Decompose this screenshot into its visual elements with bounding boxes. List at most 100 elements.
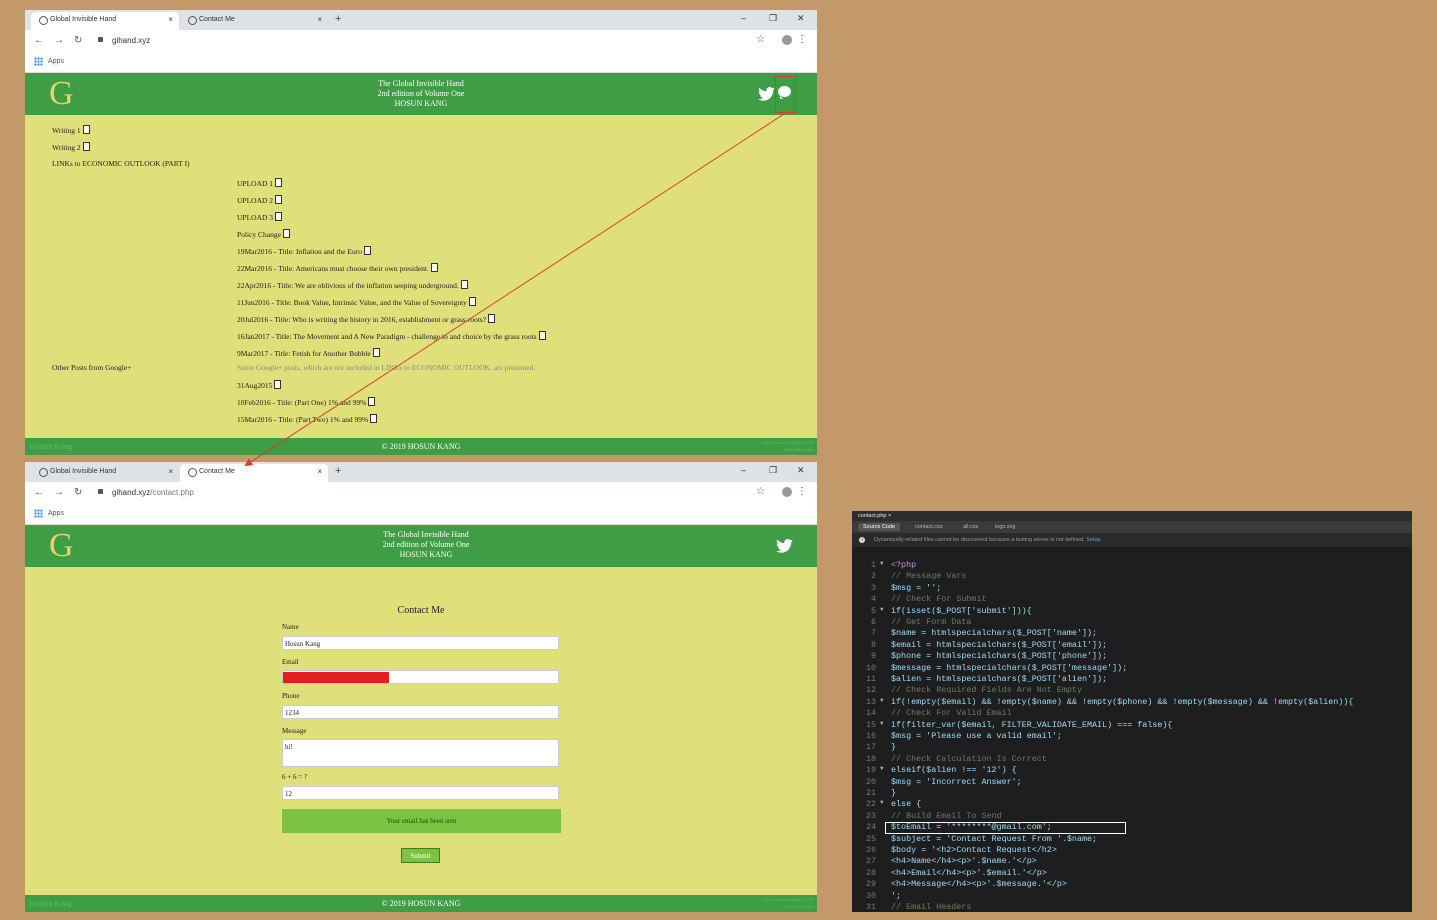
contact-title: Contact Me [397, 605, 445, 616]
editor-file-tab[interactable]: contact.php × [852, 511, 1412, 521]
line-number: 2 [870, 571, 876, 582]
tab-global-invisible-hand[interactable]: Global Invisible Hand × [31, 12, 179, 30]
apps-grid-icon[interactable] [34, 57, 43, 66]
close-tab-icon[interactable]: × [317, 15, 322, 24]
lock-icon [98, 37, 103, 42]
code-text: '; [891, 890, 902, 901]
tab-source-code[interactable]: Source Code [858, 523, 901, 531]
document-icon [538, 331, 546, 340]
other-post-link[interactable]: 15Mar2016 - Title: (Part Two) 1% and 99% [237, 414, 378, 424]
fold-arrow-icon[interactable]: ▼ [880, 606, 884, 613]
code-text: // Message Vars [891, 571, 967, 582]
line-number: 28 [865, 867, 876, 878]
outlook-link[interactable]: 11Jun2016 - Title: Book Value, Intrinsic… [237, 297, 476, 307]
document-icon [274, 380, 282, 389]
document-icon [468, 297, 476, 306]
line-number: 11 [865, 674, 876, 684]
other-post-link[interactable]: 10Feb2016 - Title: (Part One) 1% and 99% [237, 397, 376, 407]
line-number: 29 [865, 879, 876, 890]
line-number: 15 [865, 719, 876, 730]
link-writing-1[interactable]: Writing 1 [52, 125, 90, 135]
browser-window-contact: Global Invisible Hand × Contact Me × + –… [25, 462, 817, 912]
code-text: if(filter_var($email, FILTER_VALIDATE_EM… [891, 719, 1173, 730]
tab-all-css[interactable]: all.css [958, 523, 983, 531]
name-field[interactable]: Hosun Kang [282, 636, 559, 650]
outlook-link[interactable]: UPLOAD 2 [237, 195, 283, 205]
line-number: 20 [865, 776, 876, 787]
line-number: 26 [865, 845, 876, 855]
phone-label: Phone [282, 692, 300, 700]
profile-avatar[interactable] [782, 35, 792, 45]
fold-arrow-icon[interactable]: ▼ [880, 720, 884, 727]
submit-button[interactable]: Submit [401, 848, 440, 863]
fold-arrow-icon[interactable]: ▼ [880, 799, 884, 806]
address-bar: ← → ↻ gihand.xyz ☆ ⋮ [25, 30, 817, 52]
outlook-link[interactable]: 19Mar2016 - Title: Inflation and the Eur… [237, 246, 371, 256]
code-editor: contact.php × Source Code contact.css al… [852, 511, 1412, 912]
line-number: 7 [870, 628, 876, 639]
outlook-link[interactable]: Policy Change [237, 229, 290, 239]
line-number: 8 [870, 639, 876, 650]
line-number: 18 [865, 753, 876, 764]
minimize-button[interactable]: – [741, 13, 746, 23]
tab-bar: Global Invisible Hand × Contact Me × + –… [25, 10, 817, 30]
captcha-field[interactable]: 12 [282, 786, 559, 800]
tab-contact-css[interactable]: contact.css [910, 523, 948, 531]
outlook-link[interactable]: UPLOAD 1 [237, 178, 283, 188]
setup-link[interactable]: Setup [1086, 537, 1100, 543]
captcha-label: 6 + 6 = ? [282, 773, 308, 781]
outlook-link[interactable]: UPLOAD 3 [237, 212, 283, 222]
apps-bookmark[interactable]: Apps [48, 58, 64, 65]
email-redaction [283, 672, 389, 683]
code-text: // Build Email To Send [891, 810, 1002, 821]
line-number: 31 [865, 902, 876, 912]
browser-menu-icon[interactable]: ⋮ [797, 34, 807, 45]
fold-arrow-icon[interactable]: ▼ [880, 697, 884, 704]
outlook-link[interactable]: 9Mar2017 - Title: Fetish for Another Bub… [237, 348, 380, 358]
outlook-link[interactable]: 22Apr2016 - Title: We are oblivious of t… [237, 280, 468, 290]
site-footer: Yushim Kang © 2019 HOSUN KANG Soft to pr… [25, 895, 817, 912]
site-header: G The Global Invisible Hand 2nd edition … [25, 73, 817, 115]
outlook-link[interactable]: 22Mar2016 - Title: Americans must choose… [237, 263, 438, 273]
close-tab-icon[interactable]: × [168, 15, 173, 24]
restore-button[interactable]: ❐ [769, 13, 777, 24]
site-title: The Global Invisible Hand 2nd edition of… [377, 79, 465, 108]
fold-arrow-icon[interactable]: ▼ [880, 765, 884, 772]
code-text: if(!empty($email) && !empty($name) && !e… [891, 696, 1354, 707]
outlook-link[interactable]: 16Jan2017 - Title: The Movement and A Ne… [237, 331, 546, 341]
code-text: // Check Calculation Is Correct [891, 753, 1047, 764]
editor-related-files: Source Code contact.css all.css logo.svg [852, 521, 1412, 533]
back-icon[interactable]: ← [34, 35, 44, 46]
reload-icon[interactable]: ↻ [74, 35, 82, 46]
forward-icon[interactable]: → [54, 35, 64, 46]
twitter-icon[interactable] [758, 87, 775, 101]
line-number: 17 [865, 742, 876, 753]
other-post-link[interactable]: 31Aug2015 [237, 380, 282, 390]
footer-right-text: Soft to practice Industry 2. AHT Then wil… [762, 897, 814, 909]
document-icon [460, 280, 468, 289]
line-number: 25 [865, 833, 876, 844]
bookmarks-bar: Apps [25, 52, 817, 73]
message-field[interactable]: hi! [282, 739, 559, 767]
code-text: // Check For Valid Email [891, 708, 1012, 719]
url-field[interactable]: gihand.xyz [112, 36, 150, 45]
code-text: $alien = htmlspecialchars($_POST['alien'… [891, 674, 1108, 684]
document-icon [82, 125, 90, 134]
line-number: 1 [870, 560, 876, 570]
code-text: $message = htmlspecialchars($_POST['mess… [891, 662, 1128, 673]
document-icon [282, 229, 290, 238]
close-window-button[interactable]: ✕ [797, 13, 805, 24]
code-text: <h4>Name</h4><p>'.$name.'</p> [891, 856, 1037, 867]
tab-contact-me[interactable]: Contact Me × [180, 12, 328, 30]
document-icon [368, 397, 376, 406]
bookmark-star-icon[interactable]: ☆ [756, 34, 765, 45]
link-writing-2[interactable]: Writing 2 [52, 142, 90, 152]
editor-info-bar: i Dynamically-related files cannot be di… [852, 533, 1412, 547]
code-text: $subject = 'Contact Request From '.$name… [891, 833, 1098, 844]
fold-arrow-icon[interactable]: ▼ [880, 560, 884, 567]
new-tab-button[interactable]: + [335, 13, 341, 25]
phone-field[interactable]: 1234 [282, 705, 559, 719]
other-posts-note: Some Google+ posts, which are not includ… [237, 363, 536, 372]
tab-logo-svg[interactable]: logo.svg [990, 523, 1021, 531]
outlook-link[interactable]: 20Jul2016 - Title: Who is writing the hi… [237, 314, 496, 324]
